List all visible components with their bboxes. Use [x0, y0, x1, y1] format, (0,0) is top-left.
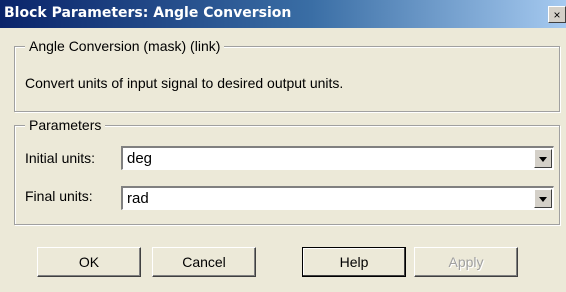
final-units-value: rad	[127, 190, 149, 207]
block-description: Convert units of input signal to desired…	[25, 75, 344, 91]
final-units-label: Final units:	[25, 188, 93, 204]
parameters-group-title: Parameters	[25, 117, 106, 133]
close-icon: ×	[553, 8, 561, 22]
initial-units-label: Initial units:	[25, 150, 96, 166]
apply-button[interactable]: Apply	[414, 247, 518, 277]
chevron-down-icon[interactable]	[534, 189, 552, 208]
chevron-down-icon[interactable]	[534, 149, 552, 168]
initial-units-value: deg	[127, 150, 153, 167]
description-group: Angle Conversion (mask) (link) Convert u…	[14, 38, 560, 112]
title-bar[interactable]: Block Parameters: Angle Conversion ×	[0, 0, 566, 28]
parameters-group: Parameters Initial units: deg Final unit…	[14, 117, 560, 225]
dialog-window: Block Parameters: Angle Conversion × Ang…	[0, 0, 566, 292]
initial-units-dropdown[interactable]: deg	[121, 146, 554, 170]
window-title: Block Parameters: Angle Conversion	[4, 5, 292, 21]
ok-button[interactable]: OK	[37, 247, 141, 277]
description-group-title: Angle Conversion (mask) (link)	[25, 38, 225, 54]
help-button[interactable]: Help	[302, 247, 406, 277]
close-button[interactable]: ×	[548, 6, 566, 23]
final-units-dropdown[interactable]: rad	[121, 186, 554, 210]
cancel-button[interactable]: Cancel	[152, 247, 256, 277]
